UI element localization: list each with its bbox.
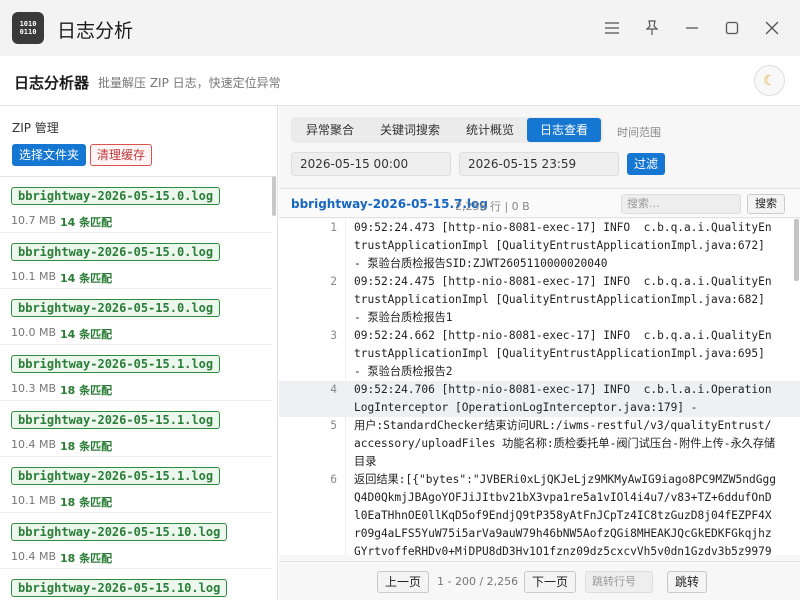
page-info: 1 - 200 / 2,256 (437, 575, 519, 588)
pager: 上一页 1 - 200 / 2,256 下一页 跳转行号 跳转 (279, 561, 800, 600)
moon-icon: ☾ (763, 72, 776, 89)
file-name-tag: bbrightway-2026-05-15.1.log (11, 355, 221, 373)
app-logo-bits-bottom: 0110 (19, 28, 37, 36)
file-size: 10.4 MB (11, 550, 57, 563)
theme-toggle-button[interactable]: ☾ (754, 65, 785, 96)
pin-icon[interactable] (640, 16, 664, 40)
tab-exception-aggregation[interactable]: 异常聚合 (293, 118, 367, 142)
jump-button[interactable]: 跳转 (667, 571, 708, 593)
file-list-item[interactable]: bbrightway-2026-05-15.10.log (0, 569, 272, 600)
line-text: 09:52:24.706 [http-nio-8081-exec-17] INF… (345, 381, 777, 417)
file-name-tag: bbrightway-2026-05-15.0.log (11, 243, 221, 261)
file-list-item[interactable]: bbrightway-2026-05-15.0.log 10.0 MB 14 条… (0, 289, 272, 345)
line-text: 09:52:24.662 [http-nio-8081-exec-17] INF… (345, 327, 777, 381)
filter-button[interactable]: 过滤 (627, 153, 666, 175)
file-match-count: 14 条匹配 (60, 272, 113, 285)
app-header: 日志分析器 批量解压 ZIP 日志，快速定位异常 ☾ (0, 56, 800, 106)
app-logo-bits-top: 1010 (19, 20, 37, 28)
file-name-tag: bbrightway-2026-05-15.1.log (11, 411, 221, 429)
file-list: bbrightway-2026-05-15.0.log 10.7 MB 14 条… (0, 176, 272, 600)
file-size: 10.0 MB (11, 326, 57, 339)
line-number: 4 (330, 383, 337, 396)
file-match-count: 18 条匹配 (60, 440, 113, 453)
file-list-item[interactable]: bbrightway-2026-05-15.1.log 10.4 MB 18 条… (0, 401, 272, 457)
file-match-count: 14 条匹配 (60, 328, 113, 341)
log-file-bar: bbrightway-2026-05-15.7.log 2,256 行 | 0 … (279, 188, 800, 218)
end-time-input[interactable]: 2026-05-15 23:59 (459, 152, 619, 176)
log-search-input[interactable]: 搜索... (621, 194, 741, 214)
zip-panel-title: ZIP 管理 (12, 121, 59, 135)
file-match-count: 18 条匹配 (60, 496, 113, 509)
file-name-tag: bbrightway-2026-05-15.0.log (11, 187, 221, 205)
tab-bar: 异常聚合 关键词搜索 统计概览 日志查看 (291, 117, 604, 143)
file-size: 10.3 MB (11, 382, 57, 395)
app-logo-icon: 1010 0110 (12, 12, 44, 44)
tab-statistics[interactable]: 统计概览 (453, 118, 527, 142)
title-bar: 1010 0110 日志分析 (0, 0, 800, 56)
line-number: 6 (330, 473, 337, 486)
prev-page-button[interactable]: 上一页 (377, 571, 430, 593)
line-text: 09:52:24.473 [http-nio-8081-exec-17] INF… (345, 219, 777, 273)
select-folder-button[interactable]: 选择文件夹 (12, 144, 87, 166)
log-line-highlighted: 4 09:52:24.706 [http-nio-8081-exec-17] I… (279, 381, 800, 417)
log-line: 6 返回结果:[{"bytes":"JVBERi0xLjQKJeLjz9MKMy… (279, 471, 800, 555)
line-number: 5 (330, 419, 337, 432)
app-header-subtitle: 批量解压 ZIP 日志，快速定位异常 (98, 76, 281, 90)
jump-line-input[interactable]: 跳转行号 (585, 571, 653, 593)
next-page-button[interactable]: 下一页 (524, 571, 577, 593)
file-size: 10.7 MB (11, 214, 57, 227)
file-name-tag: bbrightway-2026-05-15.10.log (11, 579, 228, 597)
file-match-count: 18 条匹配 (60, 384, 113, 397)
current-file-meta: 2,256 行 | 0 B (455, 200, 530, 213)
file-list-item[interactable]: bbrightway-2026-05-15.0.log 10.1 MB 14 条… (0, 233, 272, 289)
tab-keyword-search[interactable]: 关键词搜索 (367, 118, 453, 142)
file-list-item[interactable]: bbrightway-2026-05-15.0.log 10.7 MB 14 条… (0, 177, 272, 233)
start-time-input[interactable]: 2026-05-15 00:00 (291, 152, 451, 176)
maximize-icon[interactable] (720, 16, 744, 40)
line-text: 09:52:24.475 [http-nio-8081-exec-17] INF… (345, 273, 777, 327)
main-panel: 异常聚合 关键词搜索 统计概览 日志查看 时间范围 2026-05-15 00:… (279, 106, 800, 600)
file-name-tag: bbrightway-2026-05-15.0.log (11, 299, 221, 317)
tab-log-view[interactable]: 日志查看 (527, 118, 602, 142)
file-match-count: 18 条匹配 (60, 552, 113, 565)
file-list-scrollbar[interactable] (272, 176, 276, 216)
clear-cache-button[interactable]: 清理缓存 (90, 144, 153, 166)
log-line: 5 用户:StandardChecker结束访问URL:/iwms-restfu… (279, 417, 800, 471)
line-number: 3 (330, 329, 337, 342)
file-list-item[interactable]: bbrightway-2026-05-15.10.log 10.4 MB 18 … (0, 513, 272, 569)
close-icon[interactable] (760, 16, 784, 40)
app-title: 日志分析 (57, 20, 134, 42)
log-search-button[interactable]: 搜索 (747, 194, 785, 214)
log-viewer[interactable]: 1 09:52:24.473 [http-nio-8081-exec-17] I… (279, 219, 800, 555)
app-header-title: 日志分析器 (14, 74, 90, 92)
line-number: 2 (330, 275, 337, 288)
line-text: 用户:StandardChecker结束访问URL:/iwms-restful/… (345, 417, 777, 471)
file-size: 10.4 MB (11, 438, 57, 451)
line-text: 返回结果:[{"bytes":"JVBERi0xLjQKJeLjz9MKMyAw… (345, 471, 777, 555)
file-list-item[interactable]: bbrightway-2026-05-15.1.log 10.1 MB 18 条… (0, 457, 272, 513)
log-line: 2 09:52:24.475 [http-nio-8081-exec-17] I… (279, 273, 800, 327)
zip-sidebar: ZIP 管理 选择文件夹 清理缓存 bbrightway-2026-05-15.… (0, 106, 278, 600)
file-size: 10.1 MB (11, 270, 57, 283)
minimize-icon[interactable] (680, 16, 704, 40)
file-name-tag: bbrightway-2026-05-15.1.log (11, 467, 221, 485)
log-line: 1 09:52:24.473 [http-nio-8081-exec-17] I… (279, 219, 800, 273)
file-name-tag: bbrightway-2026-05-15.10.log (11, 523, 228, 541)
time-range-label: 时间范围 (617, 126, 661, 139)
hamburger-menu-icon[interactable] (600, 16, 624, 40)
file-match-count: 14 条匹配 (60, 216, 113, 229)
log-line: 3 09:52:24.662 [http-nio-8081-exec-17] I… (279, 327, 800, 381)
line-number: 1 (330, 221, 337, 234)
file-size: 10.1 MB (11, 494, 57, 507)
file-list-item[interactable]: bbrightway-2026-05-15.1.log 10.3 MB 18 条… (0, 345, 272, 401)
log-viewer-scrollbar[interactable] (794, 219, 799, 281)
